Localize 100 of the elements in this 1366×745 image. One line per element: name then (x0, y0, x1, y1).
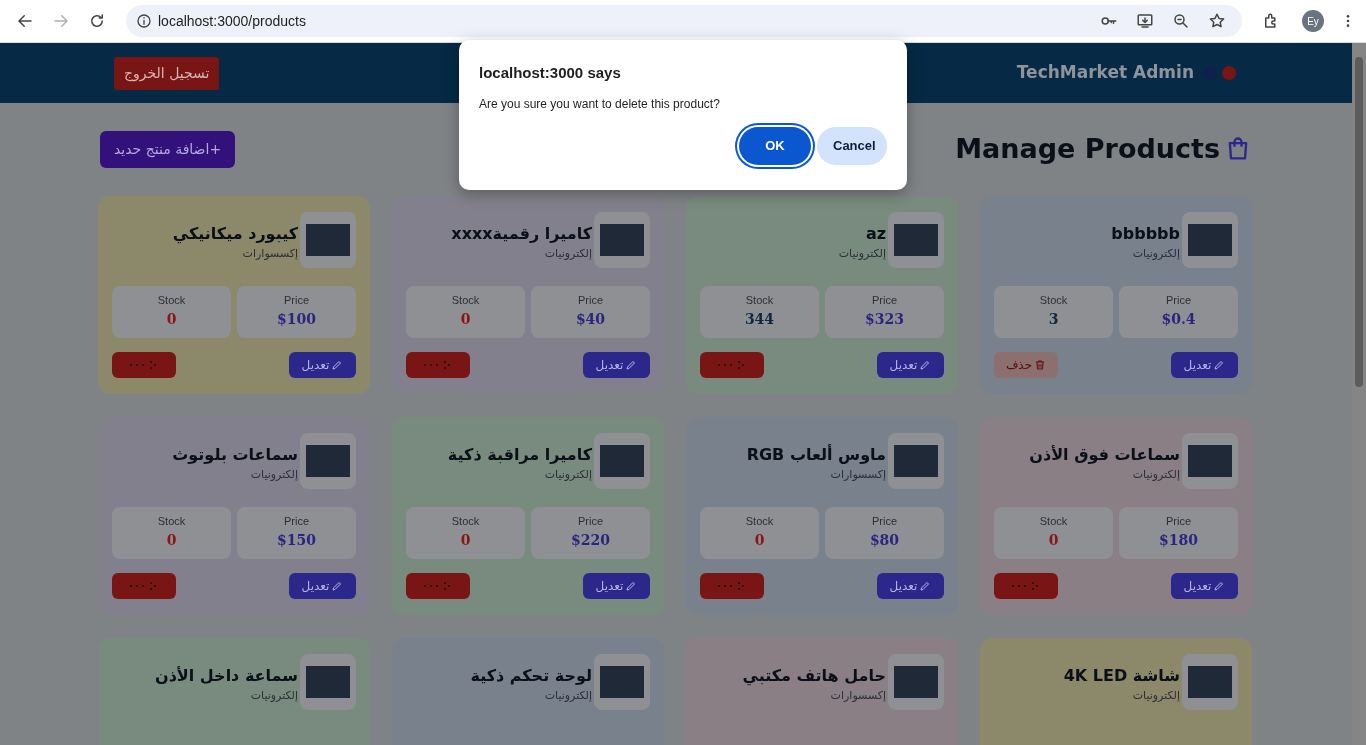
product-name: سماعات فوق الأذن (1029, 444, 1180, 466)
edit-button[interactable]: تعديل (1171, 352, 1238, 378)
photo-placeholder (600, 445, 644, 477)
dots-icon (717, 360, 747, 370)
edit-button[interactable]: تعديل (583, 352, 650, 378)
product-category: إكسسوارات (829, 467, 886, 483)
pencil-icon (1213, 580, 1226, 592)
stock-label: Stock (156, 514, 187, 529)
address-bar[interactable]: localhost:3000/products (126, 5, 1242, 37)
stock-value: 0 (165, 530, 178, 550)
price-label: Price (870, 293, 899, 308)
product-category: إلكترونيات (249, 467, 298, 483)
scrollbar[interactable] (1352, 43, 1366, 745)
logo-dots-icon (1202, 65, 1238, 81)
stock-label: Stock (1038, 293, 1069, 308)
pencil-icon (331, 359, 344, 371)
dots-icon (423, 360, 453, 370)
stock-label: Stock (1038, 514, 1069, 529)
edit-button[interactable]: تعديل (289, 573, 356, 599)
product-name: لوحة تحكم ذكية (470, 665, 592, 687)
product-category: إلكترونيات (543, 246, 592, 262)
photo-placeholder (1188, 224, 1232, 256)
dots-icon (717, 581, 747, 591)
zoom-icon[interactable] (1172, 12, 1190, 30)
stock-label: Stock (450, 514, 481, 529)
bookmark-star-icon[interactable] (1208, 12, 1226, 30)
pencil-icon (331, 580, 344, 592)
price-value: $40 (574, 309, 607, 329)
price-value: $100 (276, 309, 317, 329)
stock-label: Stock (450, 293, 481, 308)
product-name: ماوس ألعاب RGB (746, 443, 886, 466)
photo-placeholder (1188, 445, 1232, 477)
photo-placeholder (306, 666, 350, 698)
product-name: شاشة 4K LED (1063, 665, 1180, 687)
stock-value: 0 (165, 309, 178, 329)
url-text: localhost:3000/products (158, 11, 307, 31)
stock-value: 0 (753, 530, 766, 550)
pencil-icon (625, 359, 638, 371)
reload-icon (88, 12, 106, 30)
price-label: Price (1164, 514, 1193, 529)
price-label: Price (576, 514, 605, 529)
dialog-message: Are you sure you want to delete this product? (479, 95, 721, 113)
photo-placeholder (894, 666, 938, 698)
product-category: إلكترونيات (1131, 688, 1180, 704)
edit-button[interactable]: تعديل (583, 573, 650, 599)
page-title: Manage Products (955, 133, 1220, 166)
dots-icon (1011, 581, 1041, 591)
stock-label: Stock (744, 514, 775, 529)
price-value: $323 (864, 309, 905, 329)
pencil-icon (919, 359, 932, 371)
edit-button[interactable]: تعديل (877, 573, 944, 599)
stock-value: 0 (459, 309, 472, 329)
photo-placeholder (306, 445, 350, 477)
edit-button[interactable]: تعديل (289, 352, 356, 378)
price-label: Price (282, 293, 311, 308)
product-category: إلكترونيات (1131, 246, 1180, 262)
cancel-button[interactable]: Cancel (817, 126, 887, 165)
price-value: $150 (276, 530, 317, 550)
install-app-icon[interactable] (1136, 12, 1154, 30)
photo-placeholder (1188, 666, 1232, 698)
stock-label: Stock (156, 293, 187, 308)
add-product-button[interactable]: +اضافة منتج حديد (100, 131, 236, 168)
product-category: إلكترونيات (249, 688, 298, 704)
product-category: إكسسوارات (241, 246, 298, 262)
photo-placeholder (600, 224, 644, 256)
product-name: كاميرا رقميةxxxx (451, 223, 592, 245)
profile-avatar[interactable]: Ey (1302, 10, 1324, 32)
stock-label: Stock (744, 293, 775, 308)
price-value: $220 (570, 530, 611, 550)
stock-value: 0 (459, 530, 472, 550)
photo-placeholder (600, 666, 644, 698)
logout-button[interactable]: تسجيل الخروج (114, 56, 220, 90)
price-label: Price (870, 514, 899, 529)
pencil-icon (625, 580, 638, 592)
price-label: Price (576, 293, 605, 308)
dialog-title: localhost:3000 says (479, 63, 622, 83)
price-value: $180 (1158, 530, 1199, 550)
pencil-icon (919, 580, 932, 592)
pencil-icon (1213, 359, 1226, 371)
forward-arrow-icon (52, 12, 70, 30)
brand-name: TechMarket Admin (1016, 61, 1194, 85)
product-category: إلكترونيات (838, 246, 886, 262)
price-label: Price (282, 514, 311, 529)
product-name: كاميرا مراقبة ذكية (447, 444, 592, 466)
price-value: $0.4 (1160, 309, 1197, 329)
product-category: إلكترونيات (1131, 467, 1180, 483)
product-name: كيبورد ميكانيكي (172, 223, 298, 246)
photo-placeholder (306, 224, 350, 256)
price-value: $80 (868, 530, 901, 550)
photo-placeholder (894, 224, 938, 256)
product-name: حامل هاتف مكتبي (742, 665, 886, 688)
edit-button[interactable]: تعديل (877, 352, 944, 378)
dots-icon (423, 581, 453, 591)
stock-value: 0 (1047, 530, 1060, 550)
edit-button[interactable]: تعديل (1171, 573, 1238, 599)
trash-icon (1034, 359, 1047, 371)
dots-icon (129, 360, 159, 370)
back-arrow-icon (16, 12, 34, 30)
info-icon[interactable] (136, 13, 152, 29)
dots-icon (129, 581, 159, 591)
